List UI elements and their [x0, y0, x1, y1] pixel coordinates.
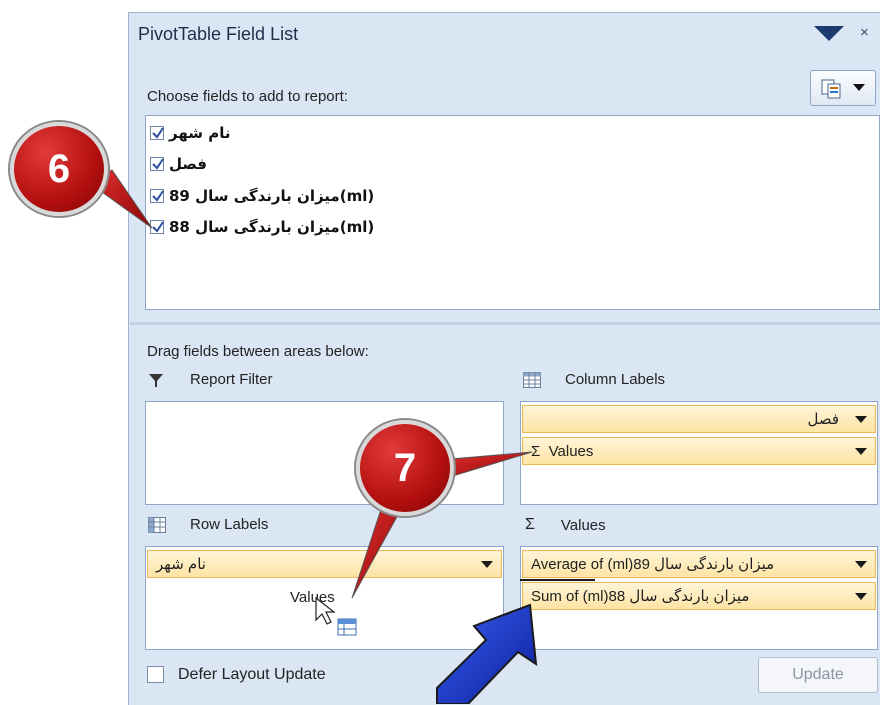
callout-badge: 6	[10, 122, 108, 216]
annotation-arrows	[87, 169, 538, 704]
blue-arrow-shape	[436, 603, 538, 704]
callout-badge: 7	[356, 420, 454, 516]
